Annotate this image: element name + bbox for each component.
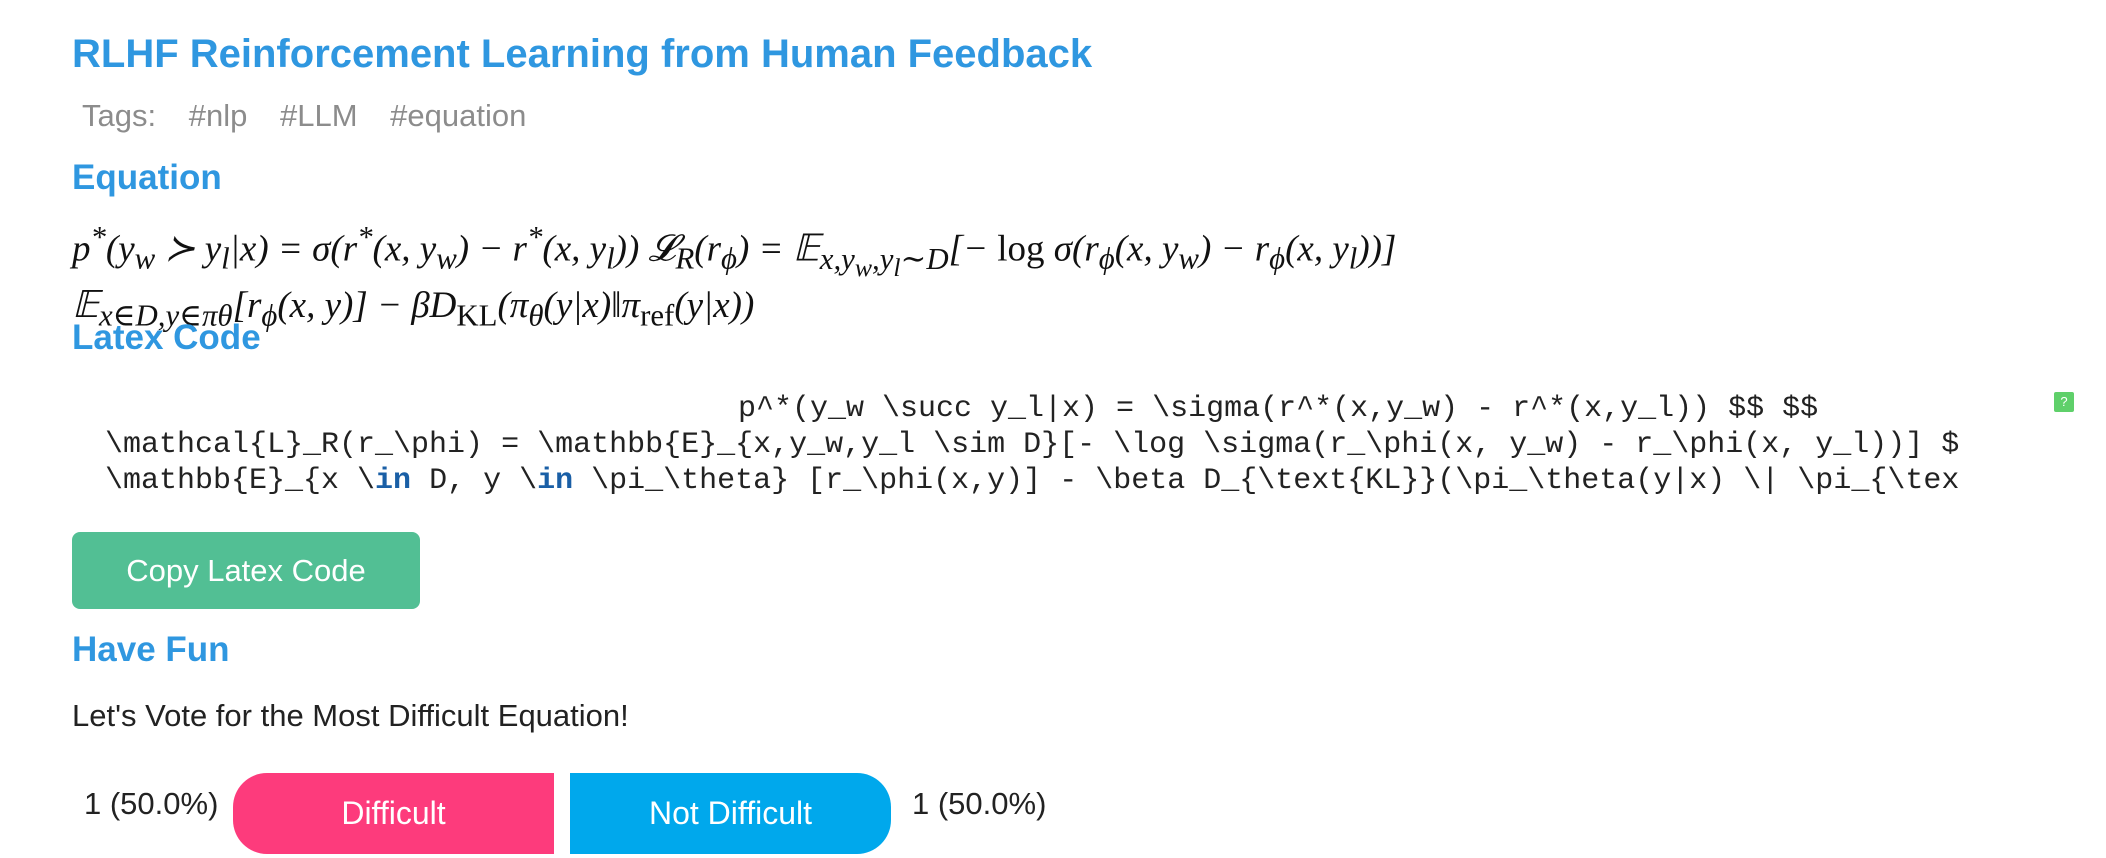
- copy-latex-button[interactable]: Copy Latex Code: [72, 532, 420, 609]
- latex-code-heading: Latex Code: [72, 318, 261, 357]
- latex-code-line-3: \mathbb{E}_{x \in D, y \in \pi_\theta} […: [105, 464, 1960, 498]
- rendered-equation: p*(yw ≻ yl|x) = σ(r*(x, yw) − r*(x, yl))…: [72, 218, 1396, 334]
- tag-llm[interactable]: #LLM: [280, 98, 358, 133]
- equation-line-2: 𝔼x∈D,y∈πθ[rϕ(x, y)] − βDKL(πθ(y|x)‖πref(…: [72, 284, 755, 333]
- tags-label: Tags:: [82, 98, 157, 133]
- have-fun-heading: Have Fun: [72, 630, 230, 669]
- vote-prompt: Let's Vote for the Most Difficult Equati…: [72, 698, 629, 733]
- equation-heading: Equation: [72, 158, 222, 197]
- not-difficult-button[interactable]: Not Difficult: [570, 773, 891, 854]
- difficult-button[interactable]: Difficult: [233, 773, 554, 854]
- page-title: RLHF Reinforcement Learning from Human F…: [72, 32, 1093, 76]
- not-difficult-vote-count: 1 (50.0%): [912, 786, 1047, 821]
- page: RLHF Reinforcement Learning from Human F…: [0, 0, 2106, 858]
- help-icon[interactable]: ?: [2054, 392, 2074, 412]
- latex-keyword: in: [537, 464, 574, 498]
- latex-code-line-1: p^*(y_w \succ y_l|x) = \sigma(r^*(x,y_w)…: [738, 392, 1819, 426]
- equation-line-1: p*(yw ≻ yl|x) = σ(r*(x, yw) − r*(x, yl))…: [72, 220, 1397, 282]
- latex-keyword: in: [375, 464, 412, 498]
- tag-list: Tags: #nlp #LLM #equation: [82, 98, 550, 134]
- latex-code-block[interactable]: p^*(y_w \succ y_l|x) = \sigma(r^*(x,y_w)…: [88, 384, 2084, 504]
- latex-code-line-2: \mathcal{L}_R(r_\phi) = \mathbb{E}_{x,y_…: [105, 428, 1960, 462]
- difficult-vote-count: 1 (50.0%): [84, 786, 219, 821]
- tag-equation[interactable]: #equation: [390, 98, 526, 133]
- tag-nlp[interactable]: #nlp: [189, 98, 248, 133]
